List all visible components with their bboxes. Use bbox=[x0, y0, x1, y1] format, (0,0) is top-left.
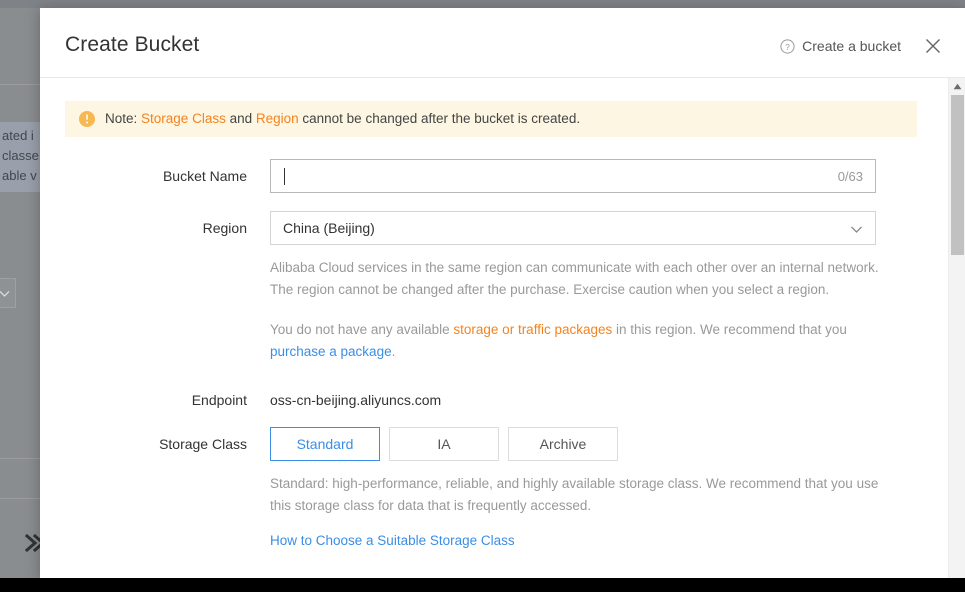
region-select[interactable]: China (Beijing) bbox=[270, 211, 876, 245]
text-cursor bbox=[284, 167, 285, 185]
region-package-helper: You do not have any available storage or… bbox=[270, 319, 890, 363]
storage-class-option-archive[interactable]: Archive bbox=[508, 427, 618, 461]
help-link-label: Create a bucket bbox=[802, 38, 901, 54]
notice-text: Note: Storage Class and Region cannot be… bbox=[105, 112, 580, 126]
storage-class-helper-text: Standard: high-performance, reliable, an… bbox=[270, 476, 879, 513]
bucket-name-char-count: 0/63 bbox=[837, 169, 863, 184]
bucket-name-field-wrap: 0/63 bbox=[270, 159, 942, 193]
package-helper-highlight: storage or traffic packages bbox=[453, 322, 613, 337]
purchase-package-link[interactable]: purchase a package bbox=[270, 344, 392, 359]
notice-highlight-region: Region bbox=[255, 111, 299, 127]
dialog-body: Note: Storage Class and Region cannot be… bbox=[40, 78, 965, 578]
background-topbar bbox=[0, 0, 965, 8]
question-circle-icon: ? bbox=[780, 38, 795, 54]
endpoint-label: Endpoint bbox=[191, 392, 247, 408]
storage-class-guide-link[interactable]: How to Choose a Suitable Storage Class bbox=[270, 533, 515, 548]
create-bucket-form: Bucket Name 0/63 Region China (Beijing) … bbox=[40, 159, 942, 550]
notice-suffix: cannot be changed after the bucket is cr… bbox=[298, 111, 581, 127]
help-link[interactable]: ? Create a bucket bbox=[780, 38, 901, 54]
bucket-name-label: Bucket Name bbox=[162, 168, 247, 184]
form-row-endpoint: Endpoint oss-cn-beijing.aliyuncs.com bbox=[65, 383, 942, 417]
dialog-scrollbar[interactable] bbox=[948, 78, 965, 578]
notice-middle: and bbox=[225, 111, 256, 127]
screen: ated i classe able v Create Bucket ? Cre… bbox=[0, 0, 965, 592]
endpoint-value: oss-cn-beijing.aliyuncs.com bbox=[270, 392, 442, 408]
region-field-wrap: China (Beijing) Alibaba Cloud services i… bbox=[270, 211, 942, 363]
form-row-storage-class: Storage Class Standard IA Archive Standa… bbox=[65, 427, 942, 550]
triangle-up-icon[interactable] bbox=[949, 78, 965, 94]
warning-circle-icon bbox=[79, 111, 95, 127]
form-row-region: Region China (Beijing) Alibaba Cloud ser… bbox=[65, 211, 942, 363]
svg-text:?: ? bbox=[785, 41, 790, 51]
dialog-header-actions: ? Create a bucket bbox=[780, 36, 943, 56]
form-row-bucket-name: Bucket Name 0/63 bbox=[65, 159, 942, 193]
region-helper-text: Alibaba Cloud services in the same regio… bbox=[270, 260, 879, 297]
region-label: Region bbox=[202, 220, 247, 236]
scrollbar-thumb[interactable] bbox=[951, 95, 964, 255]
notice-highlight-storage-class: Storage Class bbox=[141, 111, 226, 127]
storage-class-option-standard[interactable]: Standard bbox=[270, 427, 380, 461]
storage-class-field-wrap: Standard IA Archive Standard: high-perfo… bbox=[270, 427, 942, 550]
package-helper-part-2: in this region. We recommend that you bbox=[612, 322, 847, 337]
storage-class-label: Storage Class bbox=[159, 436, 247, 452]
package-helper-part-1: You do not have any available bbox=[270, 322, 454, 337]
endpoint-field-wrap: oss-cn-beijing.aliyuncs.com bbox=[270, 383, 942, 417]
dialog-body-content: Note: Storage Class and Region cannot be… bbox=[40, 78, 942, 550]
notice-prefix: Note: bbox=[105, 111, 142, 127]
close-icon[interactable] bbox=[923, 36, 943, 56]
chevron-down-icon bbox=[849, 222, 864, 242]
region-selected-value: China (Beijing) bbox=[283, 220, 375, 236]
storage-class-option-ia[interactable]: IA bbox=[389, 427, 499, 461]
dialog-header: Create Bucket ? Create a bucket bbox=[40, 8, 965, 78]
background-select[interactable] bbox=[0, 278, 16, 308]
package-helper-part-3: . bbox=[391, 344, 396, 359]
notice-bar: Note: Storage Class and Region cannot be… bbox=[65, 101, 917, 137]
create-bucket-dialog: Create Bucket ? Create a bucket Note: St… bbox=[40, 8, 965, 578]
storage-class-options: Standard IA Archive bbox=[270, 427, 942, 461]
bucket-name-input[interactable]: 0/63 bbox=[270, 159, 876, 193]
dialog-title: Create Bucket bbox=[65, 33, 200, 56]
